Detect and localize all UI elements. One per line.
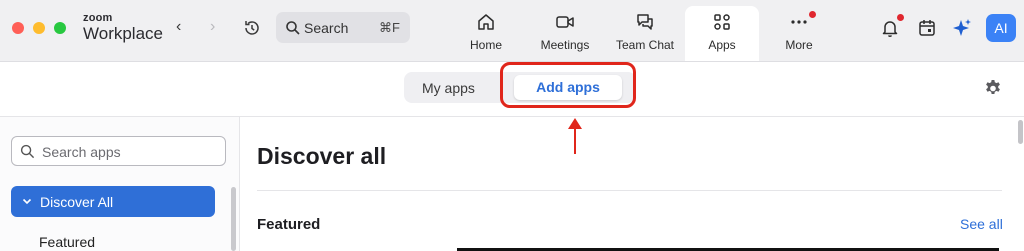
bell-notification-dot [897, 14, 904, 21]
search-apps-field[interactable] [11, 136, 226, 166]
search-apps-input[interactable] [40, 141, 224, 163]
brand-top: zoom [83, 12, 113, 24]
gear-icon[interactable] [983, 78, 1003, 98]
global-search-button[interactable]: Search ⌘F [276, 12, 410, 43]
tab-team-chat[interactable]: Team Chat [610, 6, 680, 61]
annotation-highlight-box [500, 62, 636, 108]
close-window-button[interactable] [12, 22, 24, 34]
tab-meetings[interactable]: Meetings [534, 6, 596, 61]
tab-home[interactable]: Home [458, 6, 514, 61]
page-title: Discover all [257, 143, 387, 169]
tab-meetings-label: Meetings [540, 38, 590, 52]
see-all-link[interactable]: See all [960, 216, 1003, 232]
tab-team-chat-label: Team Chat [615, 38, 675, 52]
main-scrollbar[interactable] [1018, 120, 1023, 144]
zoom-workplace-logo: zoom Workplace [83, 12, 163, 43]
search-icon [285, 20, 301, 36]
sidebar-item-featured[interactable]: Featured [39, 234, 95, 250]
search-icon [20, 144, 35, 159]
apps-sidebar: Discover All Featured [0, 117, 240, 251]
tab-apps-label: Apps [708, 38, 736, 52]
calendar-icon[interactable] [917, 18, 937, 38]
ai-companion-sparkle-icon[interactable] [952, 18, 972, 38]
video-camera-icon [555, 12, 575, 32]
sidebar-item-label: Discover All [40, 194, 114, 210]
tab-home-label: Home [469, 38, 502, 52]
back-button[interactable]: ‹ [176, 18, 181, 36]
avatar[interactable]: AI [986, 14, 1016, 42]
zoom-window-button[interactable] [54, 22, 66, 34]
chat-bubbles-icon [635, 12, 655, 32]
tab-apps[interactable]: Apps [685, 6, 759, 61]
search-label: Search [304, 20, 349, 36]
main-divider [257, 190, 1002, 191]
tab-more-label: More [785, 38, 813, 52]
sidebar-item-discover-all[interactable]: Discover All [11, 186, 215, 217]
bell-icon[interactable] [880, 18, 900, 38]
more-dots-icon [789, 12, 809, 32]
search-shortcut: ⌘F [379, 20, 400, 35]
sidebar-scrollbar[interactable] [231, 187, 236, 251]
apps-grid-icon [712, 12, 732, 32]
annotation-arrow-line [574, 126, 576, 154]
my-apps-tab[interactable]: My apps [422, 80, 475, 96]
more-notification-dot [809, 11, 816, 18]
featured-section-title: Featured [257, 216, 321, 233]
history-icon[interactable] [242, 18, 262, 38]
brand-bottom: Workplace [83, 24, 163, 43]
tab-more[interactable]: More [768, 6, 830, 61]
forward-button[interactable]: › [210, 18, 215, 36]
minimize-window-button[interactable] [33, 22, 45, 34]
title-bar: zoom Workplace ‹ › Search ⌘F Home Meetin… [0, 0, 1024, 62]
chevron-down-icon [21, 194, 33, 206]
home-icon [476, 12, 496, 32]
